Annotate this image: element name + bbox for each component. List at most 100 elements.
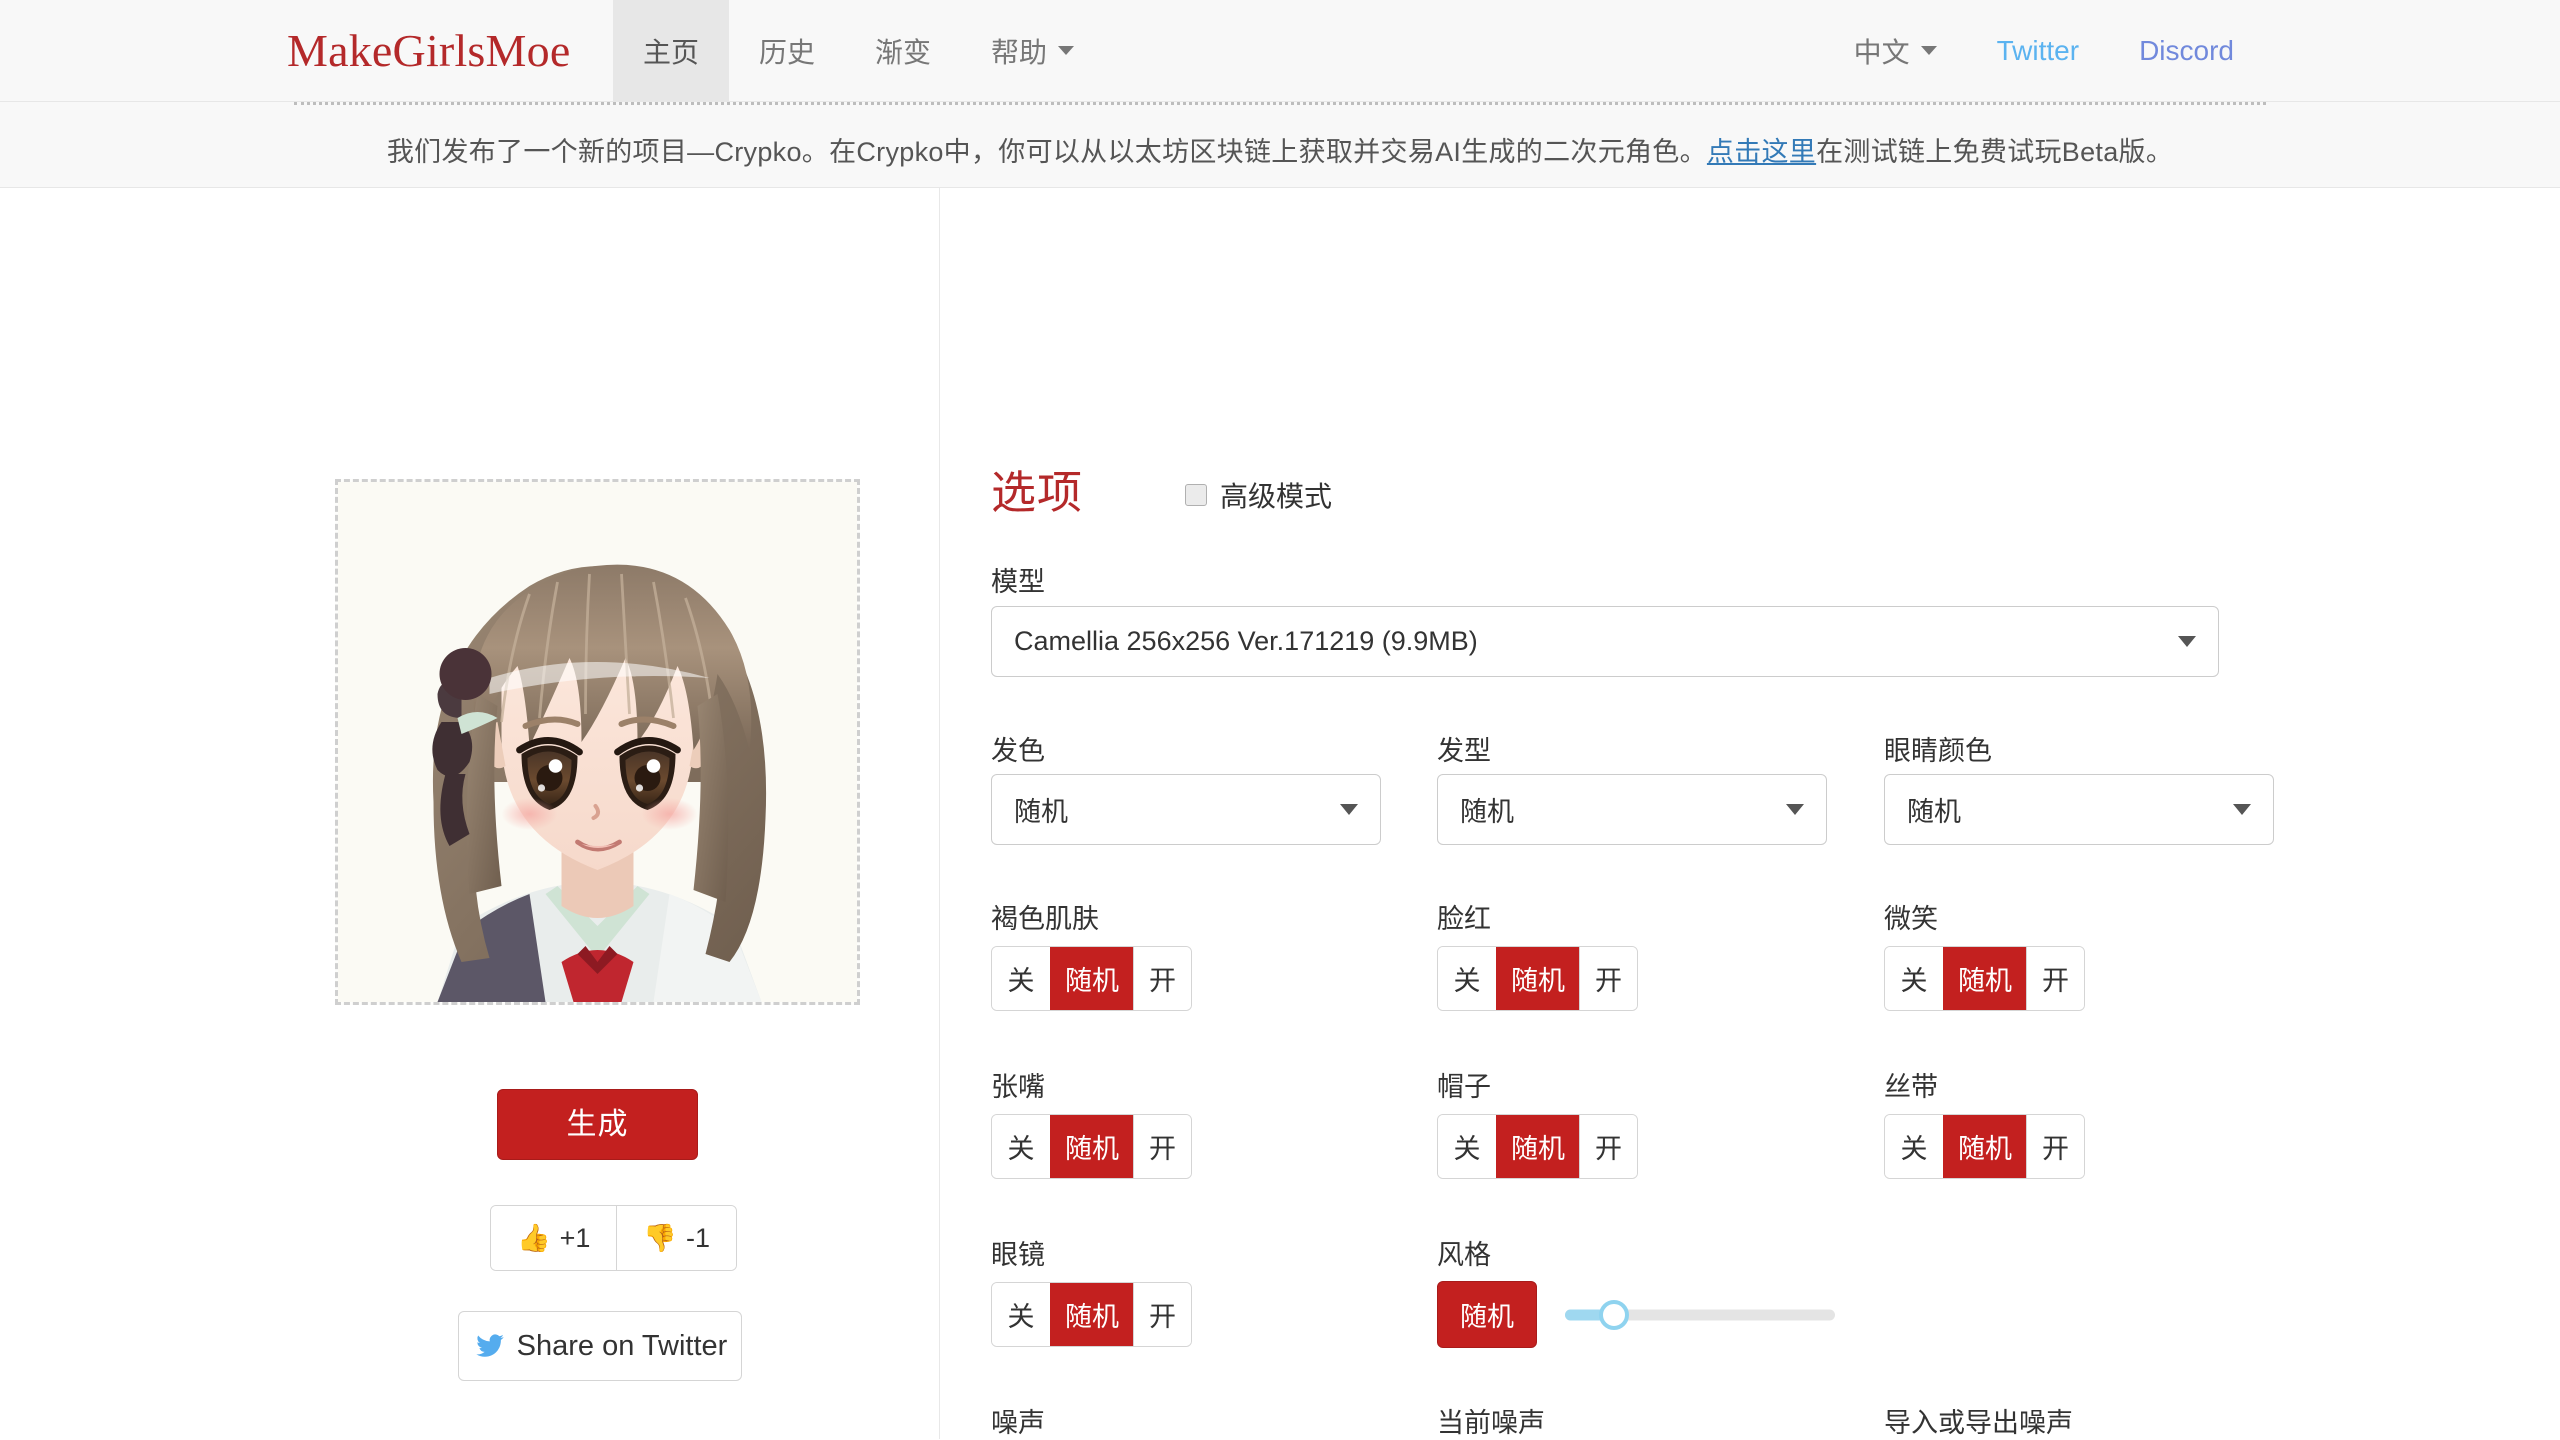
- hat-button-group: 关 随机 开: [1437, 1114, 1638, 1179]
- banner-text: 我们发布了一个新的项目—Crypko。在Crypko中，你可以从以太坊区块链上获…: [0, 130, 2560, 169]
- advanced-mode-toggle[interactable]: 高级模式: [1185, 475, 1332, 515]
- hair-color-value: 随机: [1014, 797, 1068, 827]
- preview-panel: 生成 👍 +1 👎 -1 Share on Twitter: [0, 188, 939, 1439]
- open-mouth-label: 张嘴: [991, 1072, 1045, 1102]
- secondary-nav: 中文 Twitter Discord: [1824, 0, 2264, 101]
- ribbon-option-random[interactable]: 随机: [1943, 1115, 2026, 1178]
- smile-label: 微笑: [1884, 904, 1938, 934]
- style-slider-handle[interactable]: [1598, 1300, 1629, 1330]
- noise-io-label: 导入或导出噪声: [1884, 1408, 2073, 1438]
- blush-button-group: 关 随机 开: [1437, 946, 1638, 1011]
- language-switcher[interactable]: 中文: [1824, 0, 1967, 101]
- thumbs-up-icon: 👍: [517, 1222, 551, 1253]
- ribbon-button-group: 关 随机 开: [1884, 1114, 2085, 1179]
- nav-item-gradient[interactable]: 渐变: [845, 0, 961, 101]
- glasses-button-group: 关 随机 开: [991, 1282, 1192, 1347]
- options-title: 选项: [991, 467, 1084, 518]
- nav-item-discord-label: Discord: [2139, 34, 2234, 66]
- hair-style-select[interactable]: 随机: [1437, 774, 1827, 845]
- site-logo[interactable]: MakeGirlsMoe: [287, 0, 570, 101]
- chevron-down-icon: [1920, 46, 1937, 55]
- options-panel: 选项 高级模式 模型 Camellia 256x256 Ver.171219 (…: [940, 188, 2560, 1439]
- dark-skin-button-group: 关 随机 开: [991, 946, 1192, 1011]
- hair-color-label: 发色: [991, 736, 1045, 766]
- share-on-twitter-label: Share on Twitter: [516, 1329, 728, 1362]
- smile-option-random[interactable]: 随机: [1943, 947, 2026, 1010]
- model-select[interactable]: Camellia 256x256 Ver.171219 (9.9MB): [991, 606, 2219, 677]
- nav-item-twitter[interactable]: Twitter: [1967, 0, 2109, 101]
- generated-image-frame[interactable]: [335, 479, 860, 1005]
- noise-label: 噪声: [991, 1408, 1045, 1438]
- chevron-down-icon: [2178, 636, 2196, 647]
- vote-up-button[interactable]: 👍 +1: [491, 1206, 617, 1270]
- eye-color-value: 随机: [1907, 797, 1961, 827]
- twitter-bird-icon: [475, 1334, 504, 1357]
- nav-item-history[interactable]: 历史: [729, 0, 845, 101]
- hair-color-select[interactable]: 随机: [991, 774, 1381, 845]
- open-mouth-button-group: 关 随机 开: [991, 1114, 1192, 1179]
- hair-style-value: 随机: [1460, 797, 1514, 827]
- ribbon-option-on[interactable]: 开: [2026, 1115, 2084, 1178]
- dark-skin-label: 褐色肌肤: [991, 904, 1099, 934]
- vote-up-label: +1: [559, 1222, 591, 1253]
- glasses-label: 眼镜: [991, 1240, 1045, 1270]
- dark-skin-option-off[interactable]: 关: [992, 947, 1050, 1010]
- advanced-mode-checkbox[interactable]: [1185, 483, 1208, 506]
- nav-item-help-label: 帮助: [991, 36, 1048, 68]
- primary-nav: 主页 历史 渐变 帮助: [613, 0, 1104, 101]
- vote-down-label: -1: [686, 1222, 711, 1253]
- share-on-twitter-button[interactable]: Share on Twitter: [458, 1311, 742, 1381]
- style-slider[interactable]: [1565, 1300, 1835, 1330]
- smile-option-off[interactable]: 关: [1885, 947, 1943, 1010]
- nav-item-history-label: 历史: [759, 36, 816, 68]
- glasses-option-on[interactable]: 开: [1133, 1283, 1191, 1346]
- style-random-button[interactable]: 随机: [1437, 1281, 1537, 1348]
- hair-style-label: 发型: [1437, 736, 1491, 766]
- hat-option-off[interactable]: 关: [1438, 1115, 1496, 1178]
- glasses-option-off[interactable]: 关: [992, 1283, 1050, 1346]
- top-navbar: MakeGirlsMoe 主页 历史 渐变 帮助 中文 Twitter Disc…: [0, 0, 2560, 102]
- language-switcher-label: 中文: [1853, 36, 1910, 68]
- blush-option-random[interactable]: 随机: [1496, 947, 1579, 1010]
- thumbs-down-icon: 👎: [643, 1222, 678, 1253]
- banner-divider: [294, 102, 2266, 105]
- hat-option-on[interactable]: 开: [1579, 1115, 1637, 1178]
- dark-skin-option-random[interactable]: 随机: [1050, 947, 1133, 1010]
- banner-text-before: 我们发布了一个新的项目—Crypko。在Crypko中，你可以从以太坊区块链上获…: [386, 137, 1707, 167]
- blush-label: 脸红: [1437, 904, 1491, 934]
- chevron-down-icon: [2233, 804, 2251, 815]
- generate-button[interactable]: 生成: [497, 1089, 698, 1160]
- dark-skin-option-on[interactable]: 开: [1133, 947, 1191, 1010]
- nav-item-gradient-label: 渐变: [875, 36, 932, 68]
- hat-label: 帽子: [1437, 1072, 1491, 1102]
- eye-color-select[interactable]: 随机: [1884, 774, 2274, 845]
- smile-button-group: 关 随机 开: [1884, 946, 2085, 1011]
- chevron-down-icon: [1058, 46, 1075, 55]
- advanced-mode-label: 高级模式: [1220, 480, 1333, 512]
- hat-option-random[interactable]: 随机: [1496, 1115, 1579, 1178]
- model-select-value: Camellia 256x256 Ver.171219 (9.9MB): [1014, 626, 1478, 656]
- open-mouth-option-random[interactable]: 随机: [1050, 1115, 1133, 1178]
- vote-button-group: 👍 +1 👎 -1: [490, 1205, 738, 1271]
- eye-color-label: 眼睛颜色: [1884, 736, 1992, 766]
- nav-item-discord[interactable]: Discord: [2109, 0, 2264, 101]
- blush-option-off[interactable]: 关: [1438, 947, 1496, 1010]
- vote-down-button[interactable]: 👎 -1: [616, 1206, 737, 1270]
- nav-item-twitter-label: Twitter: [1996, 34, 2080, 66]
- blush-option-on[interactable]: 开: [1579, 947, 1637, 1010]
- ribbon-option-off[interactable]: 关: [1885, 1115, 1943, 1178]
- smile-option-on[interactable]: 开: [2026, 947, 2084, 1010]
- glasses-option-random[interactable]: 随机: [1050, 1283, 1133, 1346]
- banner-text-after: 在测试链上免费试玩Beta版。: [1816, 137, 2174, 167]
- main-content: 生成 👍 +1 👎 -1 Share on Twitter 选项 高级模式 模型…: [0, 188, 2560, 1439]
- model-label: 模型: [991, 567, 1045, 597]
- nav-item-help[interactable]: 帮助: [961, 0, 1104, 101]
- banner-link[interactable]: 点击这里: [1707, 137, 1816, 167]
- nav-item-home[interactable]: 主页: [613, 0, 730, 101]
- ribbon-label: 丝带: [1884, 1072, 1938, 1102]
- open-mouth-option-off[interactable]: 关: [992, 1115, 1050, 1178]
- open-mouth-option-on[interactable]: 开: [1133, 1115, 1191, 1178]
- nav-item-home-label: 主页: [643, 36, 700, 68]
- chevron-down-icon: [1786, 804, 1804, 815]
- options-header: 选项 高级模式: [991, 456, 1332, 521]
